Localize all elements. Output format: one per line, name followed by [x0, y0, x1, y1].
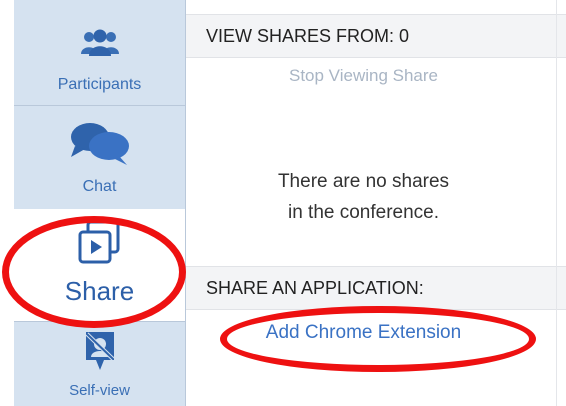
sidebar-item-label: Share	[64, 276, 135, 306]
share-screen-icon	[78, 220, 120, 264]
panel-right-border	[556, 0, 557, 406]
chat-bubbles-icon	[71, 123, 129, 165]
no-shares-message-line: in the conference.	[287, 202, 440, 223]
sidebar-item-label: Self-view	[69, 382, 130, 399]
view-shares-header: VIEW SHARES FROM: 0	[186, 14, 566, 58]
no-shares-message-line: There are no shares	[277, 171, 450, 192]
sidebar: Participants Chat Share Self-view	[14, 0, 186, 406]
no-shares-message: There are no shares in the conference.	[186, 166, 541, 228]
sidebar-item-share[interactable]: Share	[14, 209, 185, 321]
sidebar-item-label: Chat	[82, 178, 117, 195]
participants-icon	[81, 29, 119, 56]
sidebar-item-chat[interactable]: Chat	[14, 106, 185, 209]
share-panel: VIEW SHARES FROM: 0 Stop Viewing Share T…	[186, 0, 566, 406]
sidebar-item-participants[interactable]: Participants	[14, 0, 185, 105]
camera-off-icon	[85, 332, 115, 370]
stop-viewing-share-button[interactable]: Stop Viewing Share	[186, 66, 541, 86]
window-edge	[0, 0, 14, 406]
share-application-header: SHARE AN APPLICATION:	[186, 266, 566, 310]
sidebar-item-label: Participants	[57, 76, 142, 93]
conference-window: Participants Chat Share Self-view VIEW S…	[0, 0, 566, 406]
add-chrome-extension-link[interactable]: Add Chrome Extension	[186, 322, 541, 344]
sidebar-item-self-view[interactable]: Self-view	[14, 322, 185, 406]
